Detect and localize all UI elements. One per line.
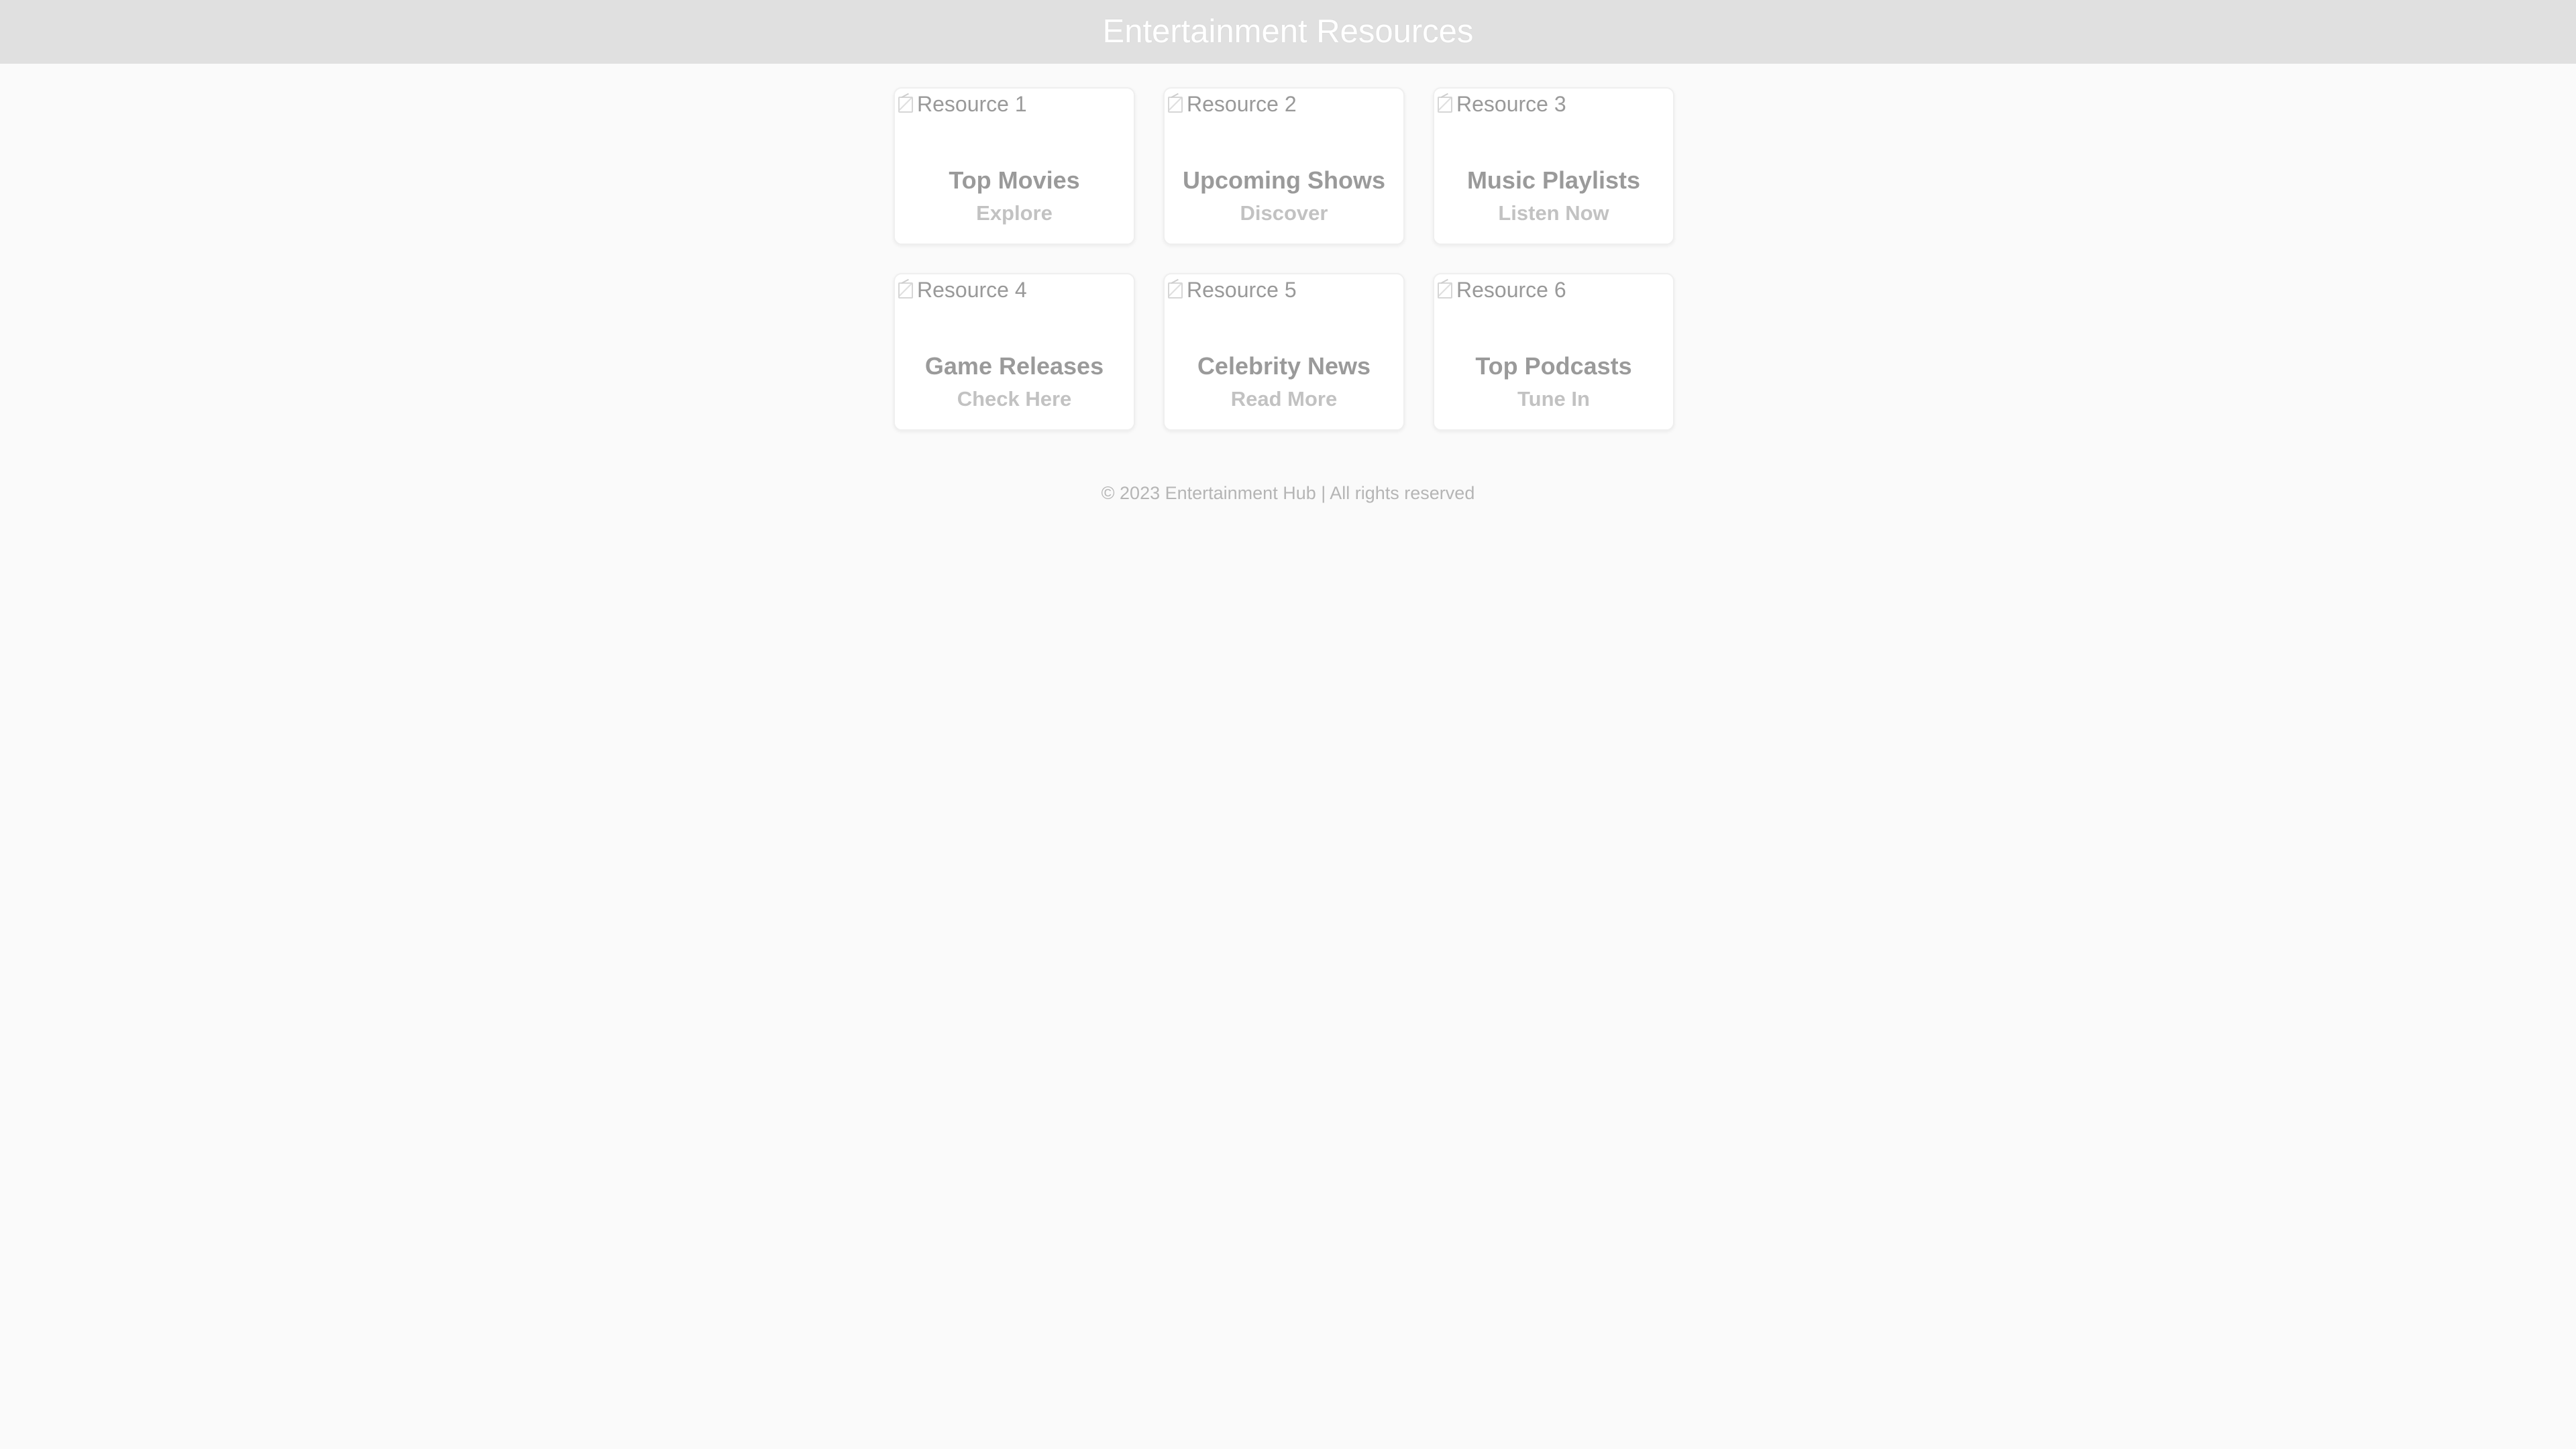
resource-grid: Resource 1 Top Movies Explore Resource 2… <box>894 87 1677 432</box>
resource-card-upcoming-shows: Resource 2 Upcoming Shows Discover <box>1163 87 1405 245</box>
resource-title: Top Movies <box>949 166 1080 194</box>
resource-card-top-podcasts: Resource 6 Top Podcasts Tune In <box>1433 273 1674 431</box>
listen-now-button[interactable]: Listen Now <box>1498 203 1609 223</box>
discover-button[interactable]: Discover <box>1240 203 1328 223</box>
broken-image-icon <box>1167 95 1184 113</box>
resource-title: Upcoming Shows <box>1182 166 1385 194</box>
tune-in-button[interactable]: Tune In <box>1517 388 1590 409</box>
resource-card-top-movies: Resource 1 Top Movies Explore <box>894 87 1135 245</box>
resource-image-placeholder: Resource 2 <box>1167 91 1297 117</box>
resource-image-alt-text: Resource 2 <box>1187 92 1297 116</box>
resource-card-celebrity-news: Resource 5 Celebrity News Read More <box>1163 273 1405 431</box>
resource-image-alt-text: Resource 1 <box>917 92 1027 116</box>
resource-image-alt-text: Resource 6 <box>1456 278 1566 302</box>
resource-image-placeholder: Resource 4 <box>897 276 1027 303</box>
explore-button[interactable]: Explore <box>976 203 1053 223</box>
resource-title: Top Podcasts <box>1475 352 1632 380</box>
resource-title: Celebrity News <box>1197 352 1371 380</box>
resource-image-placeholder: Resource 6 <box>1436 276 1566 303</box>
broken-image-icon <box>897 95 914 113</box>
resource-image-placeholder: Resource 5 <box>1167 276 1297 303</box>
resource-card-game-releases: Resource 4 Game Releases Check Here <box>894 273 1135 431</box>
read-more-button[interactable]: Read More <box>1231 388 1337 409</box>
broken-image-icon <box>897 280 914 299</box>
resource-image-placeholder: Resource 3 <box>1436 91 1566 117</box>
resource-title: Music Playlists <box>1466 166 1641 194</box>
page-title: Entertainment Resources <box>1102 13 1474 50</box>
broken-image-icon <box>1167 280 1184 299</box>
resource-image-alt-text: Resource 5 <box>1187 278 1297 302</box>
check-here-button[interactable]: Check Here <box>957 388 1072 409</box>
resource-image-alt-text: Resource 3 <box>1456 92 1566 116</box>
resource-image-placeholder: Resource 1 <box>897 91 1027 117</box>
page-footer: © 2023 Entertainment Hub | All rights re… <box>1101 483 1475 503</box>
page-header: Entertainment Resources <box>0 0 2576 64</box>
broken-image-icon <box>1436 95 1454 113</box>
broken-image-icon <box>1436 280 1454 299</box>
resource-card-music-playlists: Resource 3 Music Playlists Listen Now <box>1433 87 1674 245</box>
resource-image-alt-text: Resource 4 <box>917 278 1027 302</box>
resource-title: Game Releases <box>924 352 1104 380</box>
